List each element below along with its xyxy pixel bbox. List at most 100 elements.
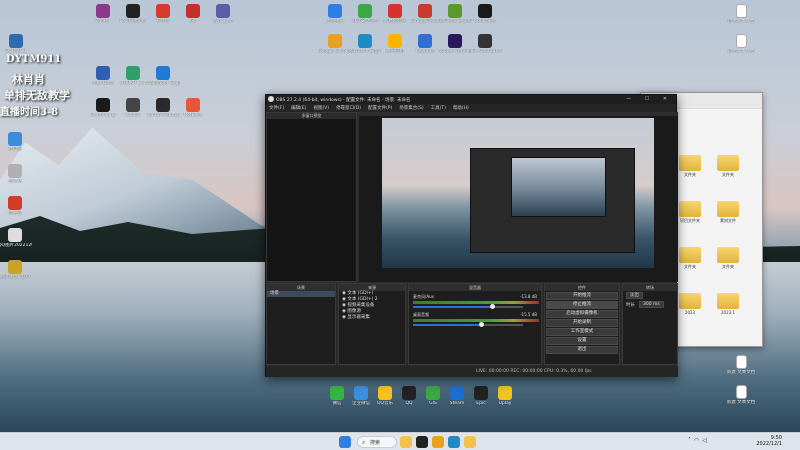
taskbar-search[interactable]: ⌕ 搜索 xyxy=(357,436,397,448)
desktop-icon[interactable]: 英雄联盟 2077 xyxy=(0,260,32,280)
volume-knob[interactable] xyxy=(490,304,496,309)
folder-item[interactable]: 2023 xyxy=(677,293,703,315)
control-button[interactable]: 退出 xyxy=(546,346,618,354)
audio-mixer-dock[interactable]: 混音器 麦克风/Aux -13.8 dB 桌面音频 -15.5 dB xyxy=(408,283,542,365)
desktop-icon[interactable]: 新建文本文档 xyxy=(724,4,758,24)
desktop-icon[interactable]: QQ图片2022120... xyxy=(0,228,32,248)
obs-titlebar[interactable]: OBS 27.2.4 (64-bit, windows) - 配置文件: 未命名… xyxy=(266,95,676,104)
desktop-icon[interactable]: 此电脑 xyxy=(0,132,32,152)
obs-icon[interactable] xyxy=(416,436,428,448)
menu-item[interactable]: 配置文件(P) xyxy=(368,106,392,111)
desktop-icon[interactable]: 64 xyxy=(176,4,210,24)
desktop-icon[interactable]: AlterData xyxy=(86,66,120,86)
folder-item[interactable]: 项目文件夹 xyxy=(677,201,703,224)
desktop-icon[interactable]: Google Chrome xyxy=(318,34,352,54)
search-icon: ⌕ xyxy=(362,439,366,446)
transition-select[interactable]: 淡出 xyxy=(626,292,643,299)
desktop-icon[interactable]: 新建文本文档 xyxy=(724,34,758,54)
desktop-icon[interactable]: 360安全卫士 xyxy=(348,4,382,24)
desktop-icon[interactable]: sync_put xyxy=(206,4,240,24)
folder-icon xyxy=(679,247,701,263)
desktop-icon[interactable]: 上网手册 xyxy=(318,4,352,24)
desktop-icon[interactable]: FoxitReader xyxy=(116,4,150,24)
control-button[interactable]: 设置 xyxy=(546,337,618,345)
control-button[interactable]: 工作室模式 xyxy=(546,328,618,336)
desktop-icon[interactable]: NetEase xyxy=(176,98,210,118)
system-tray[interactable]: ˄◠◁ xyxy=(688,437,710,444)
folder-item[interactable]: 素材文件 xyxy=(715,201,741,224)
menu-item[interactable]: 视图(V) xyxy=(313,106,329,111)
folder-label: 文件夹 xyxy=(684,264,696,269)
desktop-icon[interactable]: ADBKIT 3.4 xyxy=(116,66,150,86)
controls-dock[interactable]: 控件 开始推流 停止推流 启动虚拟摄像机 开始录制 工作室模式 设置 退出 xyxy=(544,283,620,365)
wifi-icon[interactable]: ◠ xyxy=(694,437,702,444)
app-icon xyxy=(186,98,200,112)
scene-item[interactable]: 场景 xyxy=(267,291,335,297)
taskbar-clock[interactable]: 9:50 2022/12/1 xyxy=(756,435,782,447)
text-file-icon xyxy=(735,385,747,399)
app-icon xyxy=(186,4,200,18)
desktop-icon-label: ADBKIT 3.4 xyxy=(120,81,146,86)
transitions-dock[interactable]: 转场 淡出 时长 300 ms xyxy=(622,283,678,365)
desktop-icon[interactable]: Microsoft Edge xyxy=(348,34,382,54)
file-explorer-icon[interactable] xyxy=(400,436,412,448)
multiview-dock[interactable]: 多窗口预览 xyxy=(266,112,357,282)
transition-select-row[interactable]: 淡出 xyxy=(623,291,677,300)
menu-item[interactable]: 停靠窗口(D) xyxy=(336,106,361,111)
desktop-icon[interactable]: DYTM911 xyxy=(0,34,33,54)
desktop-icon[interactable]: Control Fantasy xyxy=(146,98,180,118)
desktop-icon[interactable]: Uplay xyxy=(488,386,522,406)
preview-screenshot xyxy=(382,118,654,268)
desktop-icon[interactable]: Prism xyxy=(146,4,180,24)
desktop-icon[interactable]: Controller xyxy=(468,4,502,24)
control-button[interactable]: 停止推流 xyxy=(546,301,618,309)
desktop-icon[interactable]: GeForce Experience xyxy=(438,4,472,24)
folder-item[interactable]: 文件夹 xyxy=(677,247,703,270)
menu-item[interactable]: 编辑(E) xyxy=(291,106,306,111)
menu-item[interactable]: 帮助(H) xyxy=(453,106,469,111)
chrome-icon[interactable] xyxy=(432,436,444,448)
edge-icon[interactable] xyxy=(448,436,460,448)
menu-item[interactable]: 场景集合(S) xyxy=(399,106,423,111)
source-item[interactable]: ◉ 显示器采集 xyxy=(339,315,405,321)
desktop-icon[interactable]: 新建 文本文档 xyxy=(724,385,758,405)
folder-item[interactable]: 文件夹 xyxy=(715,155,741,178)
volume-slider[interactable] xyxy=(413,322,523,327)
desktop-icon[interactable]: 网易云 xyxy=(0,196,32,216)
sources-dock[interactable]: 来源 ◉ 文本 (GDI+) ◉ 文本 (GDI+) 2 ◉ 视频采集设备 ◉ 图像源… xyxy=(338,283,406,365)
control-button[interactable]: 开始录制 xyxy=(546,319,618,327)
window-controls[interactable]: — ☐ ✕ xyxy=(626,96,673,102)
volume-knob[interactable] xyxy=(479,322,485,327)
folder-item[interactable]: 文件夹 xyxy=(715,247,741,270)
menu-item[interactable]: 工具(T) xyxy=(431,106,446,111)
volume-slider[interactable] xyxy=(413,304,523,309)
desktop-icon[interactable]: Adobe Premiere xyxy=(438,34,472,54)
desktop-icon[interactable]: SimplyFocus xyxy=(408,4,442,24)
desktop-icon[interactable]: MSI Afterburner xyxy=(468,34,502,54)
desktop-icon[interactable]: Roblox xyxy=(116,98,150,118)
desktop-icon[interactable]: Wallpaper Engine xyxy=(146,66,180,86)
windows-start-icon[interactable] xyxy=(339,436,351,448)
desktop-icon[interactable]: 新建 文本文档 xyxy=(724,355,758,375)
desktop-icon[interactable]: Winrar xyxy=(86,4,120,24)
folder-icon xyxy=(717,247,739,263)
folder-item[interactable]: 文件夹 xyxy=(677,155,703,178)
menu-item[interactable]: 文件(F) xyxy=(269,106,284,111)
source-label: 显示器采集 xyxy=(347,315,370,320)
obs-window[interactable]: OBS 27.2.4 (64-bit, windows) - 配置文件: 未命名… xyxy=(265,94,678,377)
folder-label: 2023.1 xyxy=(721,310,735,315)
desktop-icon[interactable]: Keynote xyxy=(408,34,442,54)
control-button[interactable]: 开始推流 xyxy=(546,292,618,300)
folder-item[interactable]: 2023.1 xyxy=(715,293,741,315)
desktop-icon-label: AlterData xyxy=(92,81,114,86)
folder-icon[interactable] xyxy=(464,436,476,448)
desktop-icon[interactable]: 网易云音乐 xyxy=(378,4,412,24)
scenes-dock[interactable]: 场景 场景 xyxy=(266,283,336,365)
volume-icon[interactable]: ◁ xyxy=(702,437,710,444)
desktop-icon[interactable]: 回收站 xyxy=(0,164,32,184)
control-button[interactable]: 启动虚拟摄像机 xyxy=(546,310,618,318)
obs-preview-canvas[interactable] xyxy=(359,116,678,282)
duration-input[interactable]: 300 ms xyxy=(639,301,664,308)
desktop-icon[interactable]: 腾讯应用 xyxy=(378,34,412,54)
desktop-icon[interactable]: Grammarly xyxy=(86,98,120,118)
